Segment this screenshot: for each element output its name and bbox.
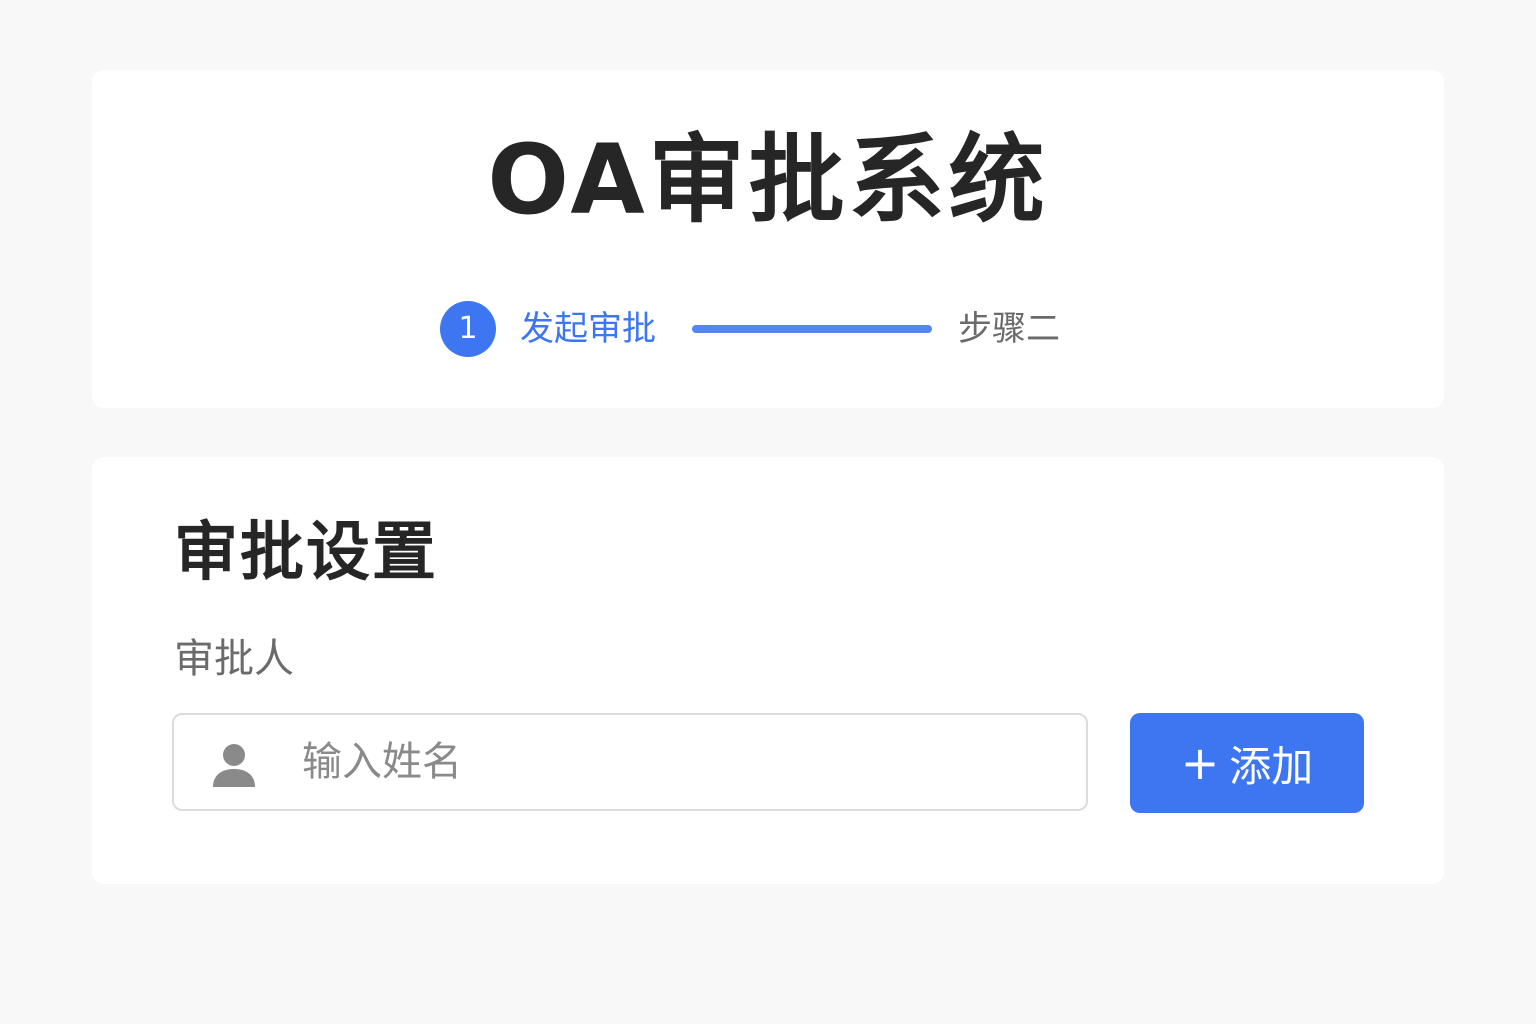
add-button-label: 添加 [1229, 741, 1314, 791]
user-icon [213, 744, 255, 787]
approver-label: 审批人 [174, 636, 294, 682]
approval-settings-card: 审批设置 审批人 + 添加 [92, 457, 1444, 884]
section-title: 审批设置 [174, 516, 438, 590]
step-connector-line [692, 325, 932, 333]
step-2-label: 步骤二 [958, 309, 1060, 349]
approver-name-input[interactable] [302, 725, 1062, 799]
step-1-number-badge: 1 [440, 301, 496, 357]
app-title: OA审批系统 [487, 124, 1049, 236]
plus-icon: + [1180, 736, 1220, 790]
stepper: 1 发起审批 步骤二 [440, 300, 1100, 358]
step-1-label: 发起审批 [520, 309, 656, 349]
approver-input-box[interactable] [172, 713, 1088, 811]
add-approver-button[interactable]: + 添加 [1130, 713, 1364, 813]
